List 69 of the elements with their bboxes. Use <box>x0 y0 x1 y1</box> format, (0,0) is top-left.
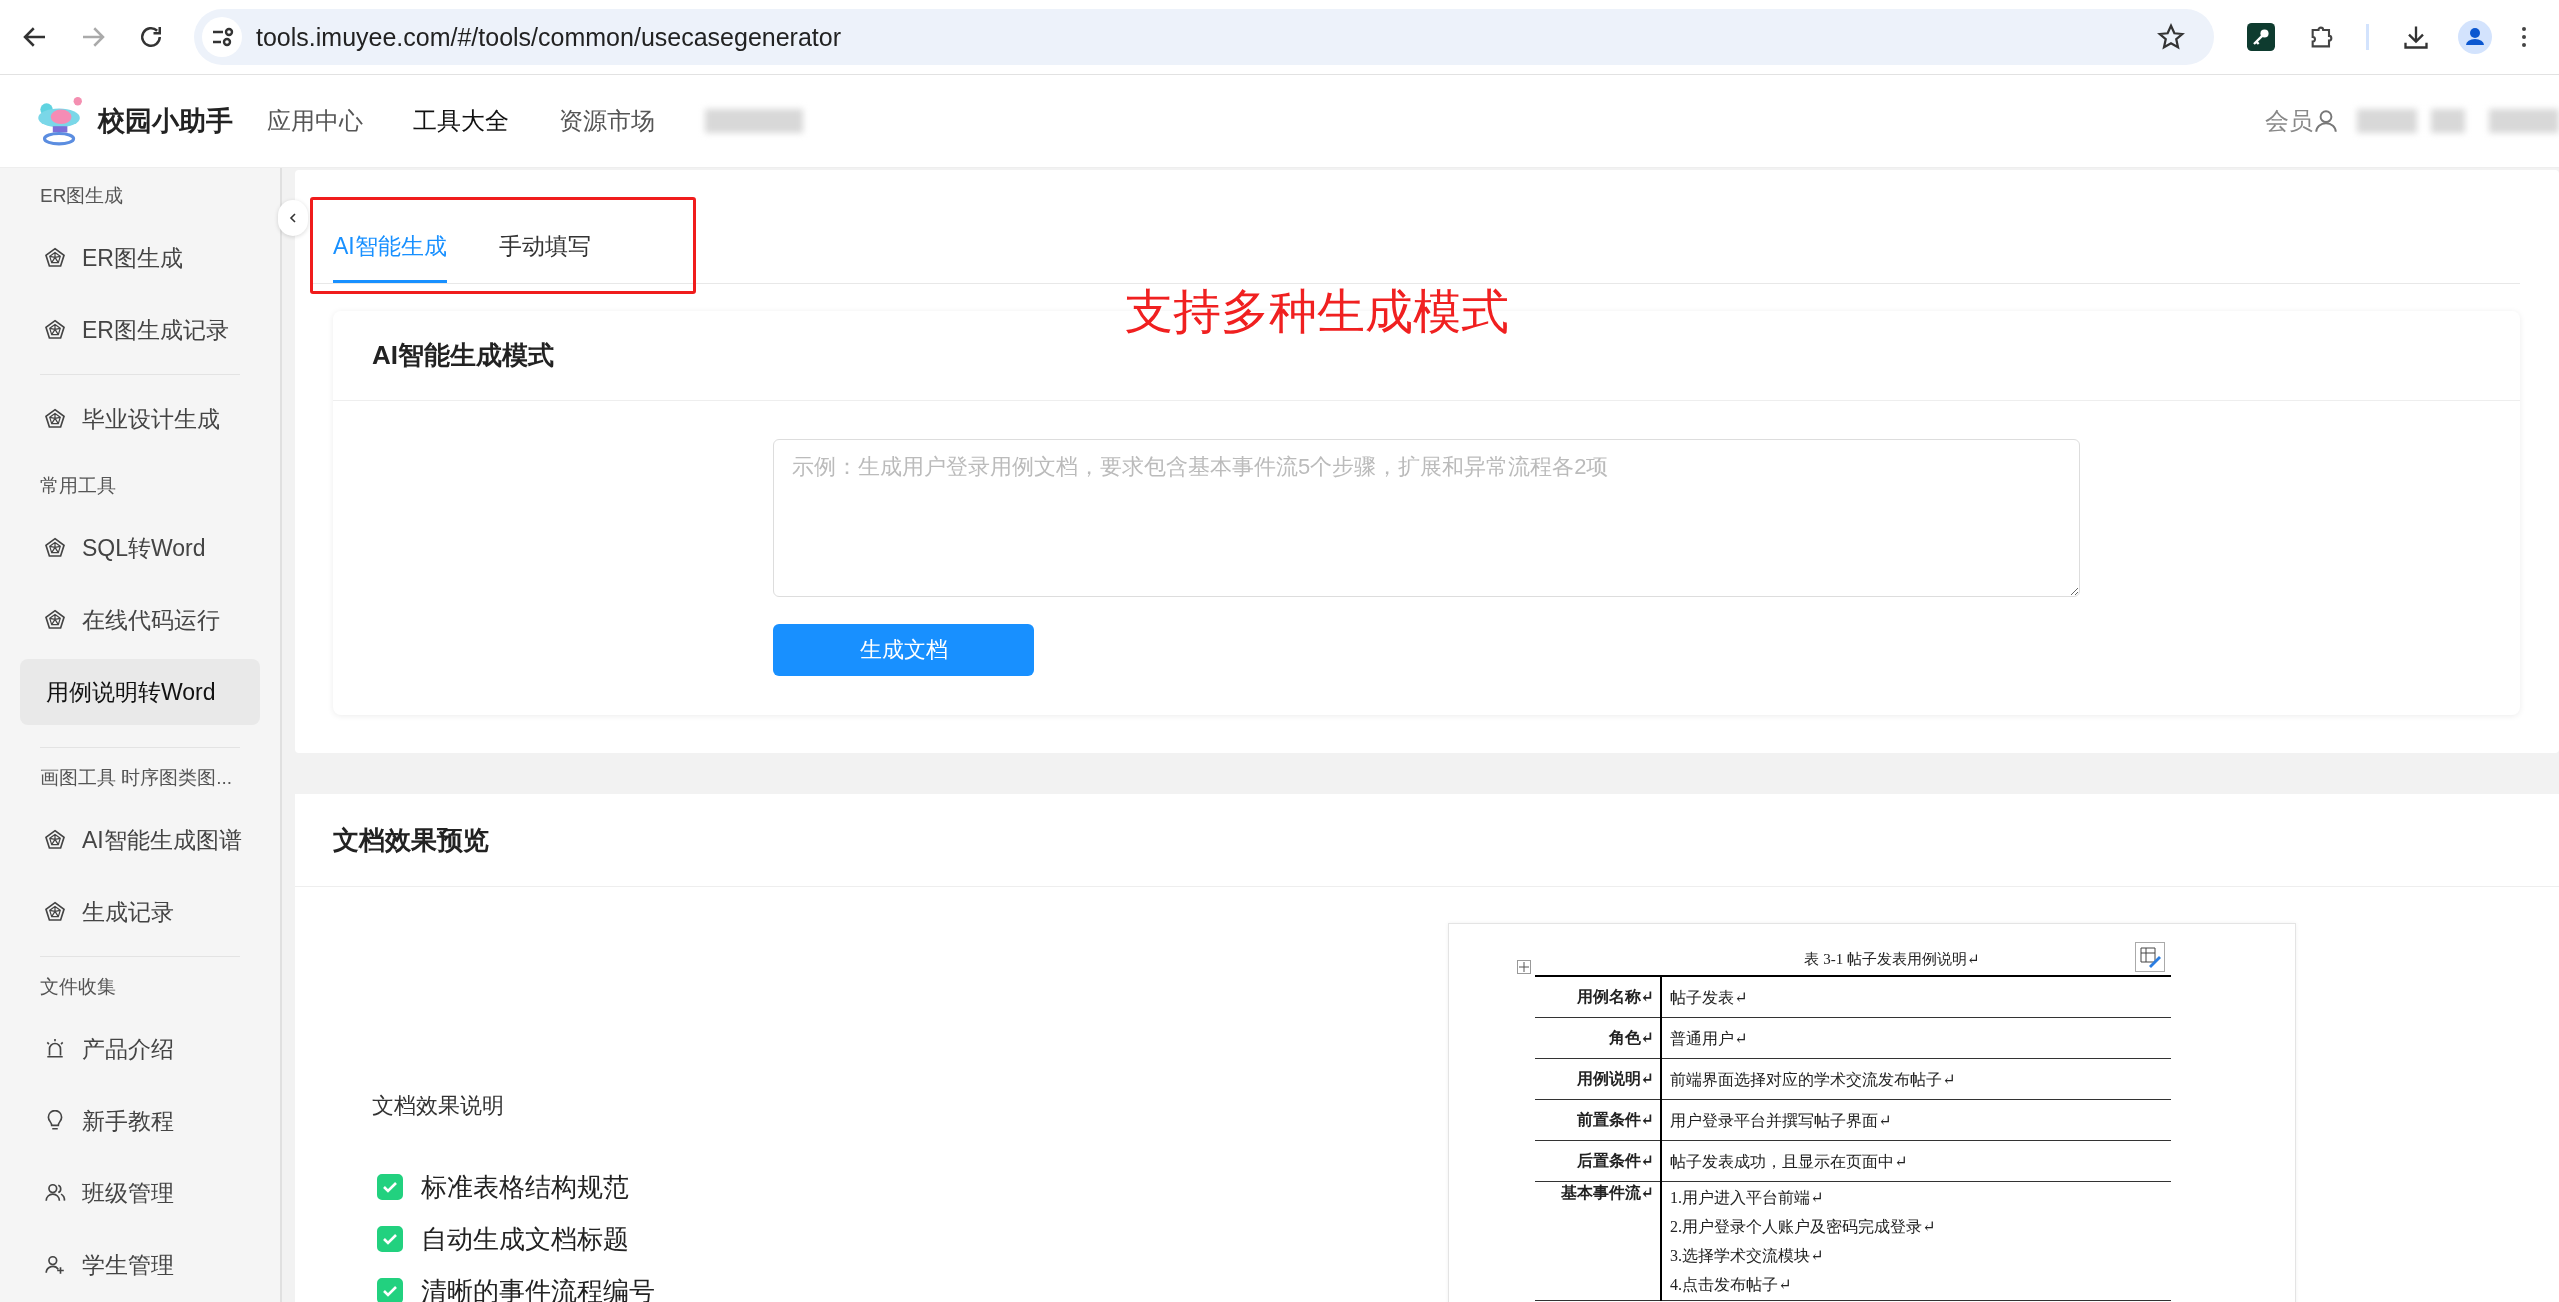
sidebar-item[interactable]: ER图生成记录 <box>0 294 280 366</box>
move-handle-icon <box>1517 960 1531 974</box>
table-cell-text: 帖子发表↵ <box>1670 987 1749 1008</box>
pentagon-icon <box>44 319 66 341</box>
address-bar[interactable]: tools.imuyee.com/#/tools/common/usecasegenerator <box>194 9 2214 65</box>
sidebar-item[interactable]: 新手教程 <box>0 1085 280 1157</box>
section-label: 常用工具 <box>39 474 117 498</box>
annotation-text: 支持多种生成模式 <box>1125 284 1509 340</box>
sidebar-item[interactable]: 毕业设计生成 <box>0 383 280 455</box>
pentagon-icon <box>44 537 66 559</box>
member-link[interactable]: 会员 <box>2265 105 2313 137</box>
pentagon-icon <box>44 408 66 430</box>
sidebar-item[interactable]: 产品介绍 <box>0 1013 280 1085</box>
card-title: AI智能生成模式 <box>372 339 554 372</box>
table-cell-text: 4.点击发布帖子↵ <box>1670 1275 1793 1295</box>
sidebar-item[interactable]: AI智能生成图谱 <box>0 804 280 876</box>
prompt-input[interactable]: 示例：生成用户登录用例文档，要求包含基本事件流5个步骤，扩展和异常流程各2项 <box>773 439 2080 597</box>
pentagon-icon <box>44 247 66 269</box>
menu-icon[interactable] <box>2520 25 2528 49</box>
table-caption: 表 3-1 帖子发表用例说明↵ <box>1803 950 1981 969</box>
table-layout-icon <box>2135 942 2165 972</box>
table-cell-text: 帖子发表成功，且显示在页面中↵ <box>1670 1151 1909 1172</box>
site-settings-icon[interactable] <box>202 17 242 57</box>
table-cell-text: 前端界面选择对应的学术交流发布帖子↵ <box>1670 1069 1957 1090</box>
section-label: 画图工具 时序图类图... <box>39 766 234 790</box>
feature-text: 自动生成文档标题 <box>421 1222 629 1256</box>
table-cell-text: 3.选择学术交流模块↵ <box>1670 1246 1825 1266</box>
description-label: 文档效果说明 <box>372 1092 505 1120</box>
sidebar-item[interactable]: 学生管理 <box>0 1229 280 1301</box>
card-title: 文档效果预览 <box>333 823 489 857</box>
nav-link[interactable]: 应用中心 <box>267 105 363 137</box>
user-icon[interactable] <box>2313 108 2339 134</box>
redacted-block <box>2489 109 2559 133</box>
nav-link[interactable]: 资源市场 <box>559 105 655 137</box>
tab[interactable]: 手动填写 <box>498 231 591 283</box>
sidebar-item[interactable]: SQL转Word <box>0 512 280 584</box>
key-icon[interactable] <box>2247 23 2275 51</box>
table-cell: 用例名称↵ <box>1535 976 1661 1018</box>
table-cell: 后置条件↵ <box>1535 1140 1661 1182</box>
redacted-block <box>2431 109 2465 133</box>
table-cell-text: 1.用户进入平台前端↵ <box>1670 1188 1825 1208</box>
sidebar-item[interactable]: 生成记录 <box>0 876 280 948</box>
table-cell: 用例说明↵ <box>1535 1058 1661 1100</box>
url-text: tools.imuyee.com/#/tools/common/usecasegenerator <box>256 22 842 52</box>
alarm-light-icon <box>44 1038 66 1060</box>
section-label: 文件收集 <box>39 975 117 999</box>
nav-link[interactable]: 工具大全 <box>413 105 509 137</box>
pentagon-icon <box>44 901 66 923</box>
table-cell-text: 用户登录平台并撰写帖子界面↵ <box>1670 1110 1893 1131</box>
sidebar-item[interactable]: ER图生成 <box>0 222 280 294</box>
chevron-left-icon <box>287 212 299 224</box>
add-user-icon <box>44 1254 66 1276</box>
profile-avatar-icon[interactable] <box>2458 20 2492 54</box>
table-cell: 基本事件流↵ <box>1535 1181 1661 1301</box>
sidebar-item[interactable]: 用例说明转Word <box>20 659 260 725</box>
users-icon <box>44 1182 66 1204</box>
table-cell-text: 普通用户↵ <box>1670 1028 1749 1049</box>
feature-text: 标准表格结构规范 <box>421 1170 629 1204</box>
sidebar-item[interactable]: 班级管理 <box>0 1157 280 1229</box>
table-cell-text: 2.用户登录个人账户及密码完成登录↵ <box>1670 1217 1937 1237</box>
bookmark-star-icon[interactable] <box>2156 22 2186 52</box>
section-label: ER图生成 <box>39 184 125 208</box>
table-cell: 前置条件↵ <box>1535 1099 1661 1141</box>
app-name: 校园小助手 <box>98 105 233 138</box>
table-cell: 角色↵ <box>1535 1017 1661 1059</box>
pentagon-icon <box>44 609 66 631</box>
redacted-block <box>2357 109 2417 133</box>
sidebar-item[interactable]: 在线代码运行 <box>0 584 280 656</box>
pentagon-icon <box>44 829 66 851</box>
